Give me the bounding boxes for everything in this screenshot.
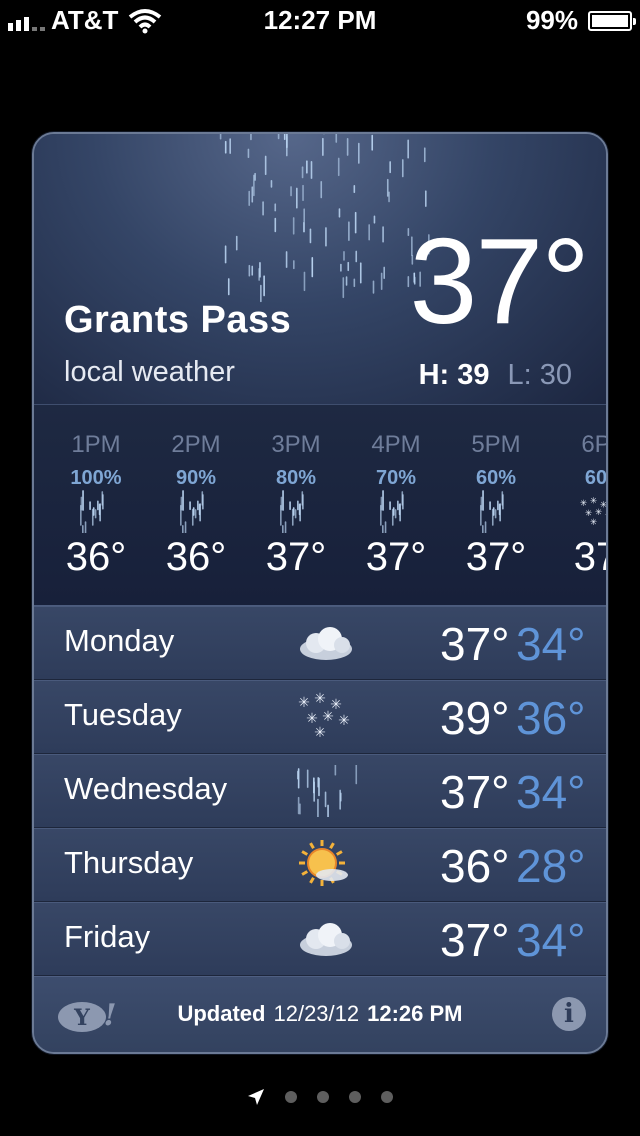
city-name: Grants Pass <box>64 299 292 341</box>
hourly-item: 2PM 90% 36° <box>146 405 246 605</box>
rain-icon <box>297 765 358 817</box>
day-low-temp: 36° <box>516 692 586 744</box>
card-footer: Y ! Updated 12/23/12 12:26 PM i <box>34 976 606 1052</box>
day-name: Wednesday <box>64 771 228 806</box>
weather-subtitle: local weather <box>64 356 235 388</box>
hour-temp: 37° <box>465 535 527 579</box>
svg-text:✳: ✳ <box>590 518 597 528</box>
hour-temp: 36° <box>65 535 127 579</box>
day-high-temp: 36° <box>440 840 510 892</box>
svg-text:✳: ✳ <box>322 709 334 725</box>
daily-forecast: Monday 37° 34° Tuesday 39° 36° ✳ ✳ ✳ ✳ ✳ ✳ ✳ Wednesda… <box>34 606 606 976</box>
hourly-item: 5PM 60% 37° <box>446 405 546 605</box>
svg-text:✳: ✳ <box>595 508 602 518</box>
precip-chance: 90% <box>175 467 217 489</box>
svg-text:✳: ✳ <box>590 497 597 507</box>
day-name: Thursday <box>64 845 194 880</box>
battery-percent: 99% <box>525 5 578 35</box>
updated-text: Updated 12/23/12 12:26 PM <box>34 1001 606 1027</box>
hour-time: 4PM <box>371 431 421 458</box>
hour-time: 5PM <box>471 431 521 458</box>
hour-temp: 37° <box>365 535 427 579</box>
rain-icon <box>219 134 430 303</box>
cloudy-icon <box>300 923 352 956</box>
daily-row: Monday 37° 34° <box>34 606 606 680</box>
hourly-item: 6P 60 37 ✳✳✳✳✳✳✳ <box>546 405 606 605</box>
updated-time: 12:26 PM <box>367 1001 463 1026</box>
updated-date: 12/23/12 <box>273 1001 360 1026</box>
svg-text:✳: ✳ <box>314 691 326 707</box>
svg-text:✳: ✳ <box>605 510 606 520</box>
hourly-item: 4PM 70% 37° <box>346 405 446 605</box>
hour-time: 2PM <box>171 431 221 458</box>
updated-label: Updated <box>177 1001 266 1026</box>
low-temp: L: 30 <box>507 359 573 391</box>
hour-time: 3PM <box>271 431 321 458</box>
hourly-forecast[interactable]: 1PM 100% 36° 2PM 90% 36° 3PM 80% 37° 4PM 70% 37° 5PM… <box>34 404 606 606</box>
high-low: H: 39 L: 30 <box>419 359 572 392</box>
hour-temp: 37° <box>265 535 327 579</box>
rain-icon <box>280 490 304 533</box>
day-high-temp: 37° <box>440 618 510 670</box>
day-high-temp: 39° <box>440 692 510 744</box>
precip-chance: 60% <box>475 467 517 489</box>
status-bar: AT&T 12:27 PM 99% <box>0 0 640 40</box>
snow-icon: ✳ ✳ ✳✳ ✳ ✳✳ <box>580 497 606 528</box>
day-high-temp: 37° <box>440 766 510 818</box>
hour-temp: 37 <box>573 535 606 579</box>
partly-sunny-icon <box>299 840 348 886</box>
day-low-temp: 34° <box>516 766 586 818</box>
battery-fill <box>592 14 628 27</box>
rain-icon <box>180 490 204 533</box>
rain-icon <box>80 490 104 533</box>
page-indicator[interactable] <box>0 1088 640 1106</box>
snow-icon: ✳ ✳ ✳✳ ✳ ✳✳ <box>298 691 350 741</box>
daily-row: Thursday 36° 28° <box>34 828 606 902</box>
day-low-temp: 34° <box>516 914 586 966</box>
battery-icon <box>588 10 636 31</box>
svg-text:✳: ✳ <box>314 725 326 741</box>
hourly-item: 1PM 100% 36° <box>46 405 146 605</box>
cloudy-icon <box>300 627 352 660</box>
weather-card[interactable]: Grants Pass local weather 37° H: 39 L: 30… <box>32 132 608 1054</box>
page-dot[interactable] <box>317 1091 329 1103</box>
rain-icon <box>380 490 404 533</box>
high-temp: H: 39 <box>418 359 490 391</box>
precip-chance: 60 <box>584 467 606 489</box>
day-low-temp: 34° <box>516 618 586 670</box>
location-arrow-icon <box>248 1089 264 1105</box>
day-name: Monday <box>64 623 175 658</box>
svg-text:✳: ✳ <box>298 695 310 711</box>
hour-time: 1PM <box>71 431 121 458</box>
daily-row: Friday 37° 34° <box>34 902 606 976</box>
status-right: 99% <box>525 5 636 36</box>
day-high-temp: 37° <box>440 914 510 966</box>
page-dot[interactable] <box>381 1091 393 1103</box>
precip-chance: 80% <box>275 467 317 489</box>
precip-chance: 100% <box>70 467 122 489</box>
precip-chance: 70% <box>375 467 417 489</box>
hour-temp: 36° <box>165 535 227 579</box>
info-button[interactable]: i <box>552 997 586 1031</box>
day-name: Friday <box>64 919 151 954</box>
page-dot[interactable] <box>349 1091 361 1103</box>
daily-row: Wednesday 37° 34° <box>34 754 606 828</box>
rain-icon <box>480 490 504 533</box>
svg-text:✳: ✳ <box>338 713 350 729</box>
hourly-item: 3PM 80% 37° <box>246 405 346 605</box>
day-name: Tuesday <box>64 697 182 732</box>
hour-time: 6P <box>581 431 606 458</box>
day-low-temp: 28° <box>516 840 586 892</box>
svg-text:✳: ✳ <box>580 499 587 509</box>
daily-row: Tuesday 39° 36° ✳ ✳ ✳ ✳ ✳ ✳ ✳ <box>34 680 606 754</box>
current-temperature: 37° <box>409 213 590 349</box>
page-dot[interactable] <box>285 1091 297 1103</box>
weather-header: Grants Pass local weather 37° H: 39 L: 30 <box>34 134 606 404</box>
